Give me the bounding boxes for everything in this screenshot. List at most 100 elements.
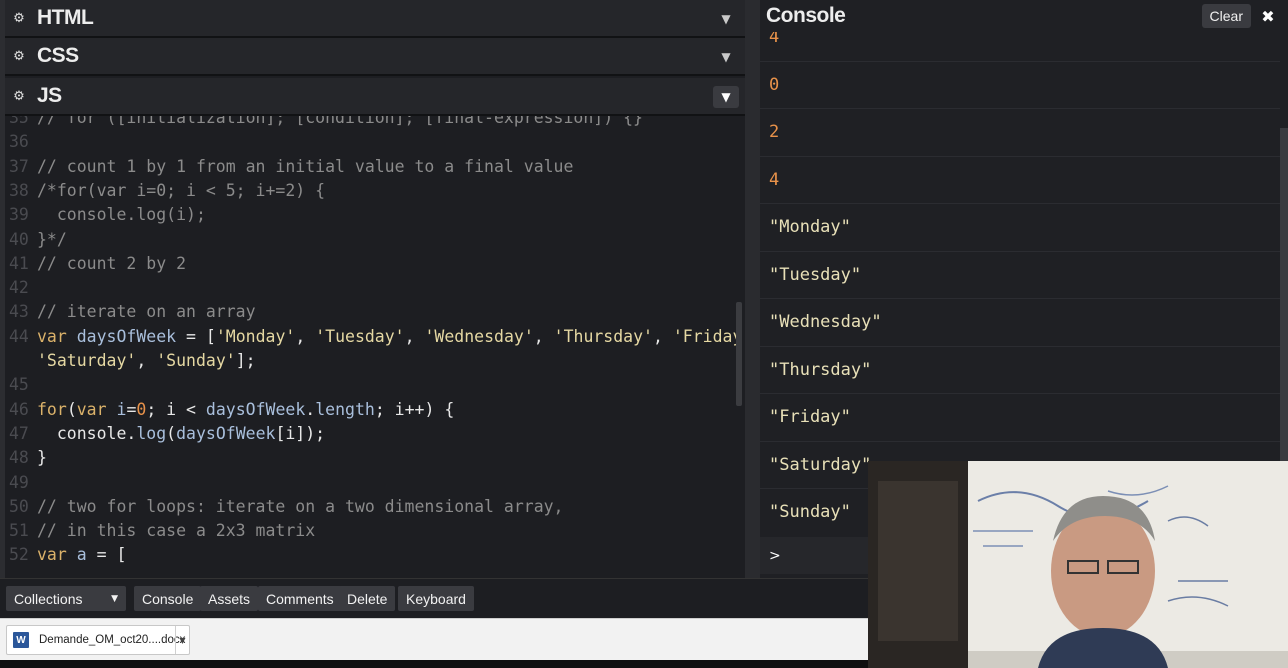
code-line[interactable]: 40 }*/ [5,228,745,252]
console-entry: "Monday" [760,204,1280,252]
code-token: console.log(i); [37,205,206,225]
code-token: // count 2 by 2 [37,253,187,273]
code-line[interactable]: 46 for(var i=0; i < daysOfWeek.length; i+… [5,398,745,422]
gear-icon[interactable]: ⚙ [5,77,33,115]
collections-label: Collections [14,590,83,607]
console-header: Console Clear ✖ [760,0,1288,32]
line-number: 45 [9,375,29,395]
line-number: 40 [9,229,29,249]
keyboard-button[interactable]: Keyboard [398,586,474,611]
code-token: 'Friday' [672,326,745,346]
console-entry: 4 [760,32,1280,62]
gear-icon[interactable]: ⚙ [5,0,33,37]
editor-scrollbar-thumb[interactable] [736,302,742,406]
console-button[interactable]: Console [134,586,202,611]
console-entry: "Wednesday" [760,299,1280,347]
line-number: 48 [9,448,29,468]
code-line[interactable]: 42 [5,276,745,300]
console-entry: 2 [760,109,1280,157]
code-line[interactable]: 45 [5,373,745,397]
code-line[interactable]: 43 // iterate on an array [5,300,745,324]
code-line[interactable]: 50 // two for loops: iterate on a two dim… [5,495,745,519]
code-token: 0 [136,399,147,419]
code-line[interactable]: 35 // for ([initialization]; [condition];… [5,116,745,130]
code-token: , [136,351,157,370]
collections-dropdown[interactable]: Collections ▼ [6,586,126,611]
line-number: 44 [9,326,29,346]
html-panel-title: HTML [37,6,94,29]
code-line[interactable]: 39 console.log(i); [5,203,745,227]
gear-icon[interactable]: ⚙ [5,37,33,75]
close-icon[interactable]: ✖ [1256,4,1280,28]
code-token: ( [66,399,77,419]
line-number: 42 [9,278,29,298]
code-line[interactable]: 41 // count 2 by 2 [5,252,745,276]
code-line[interactable]: 51 // in this case a 2x3 matrix [5,519,745,543]
code-token: 'Wednesday' [424,326,534,346]
code-token: daysOfWeek [205,399,306,419]
css-panel-header[interactable]: ⚙ CSS ▼ [5,38,745,76]
code-line[interactable]: 49 [5,471,745,495]
line-number: 52 [9,545,29,565]
code-line[interactable]: 'Saturday', 'Sunday']; [5,349,745,373]
code-token: ]; [235,351,256,370]
chevron-down-icon[interactable]: ▼ [713,8,739,30]
code-token: length [315,399,375,419]
code-token: 'Thursday' [553,326,653,346]
console-title: Console [766,4,846,27]
js-panel-header[interactable]: ⚙ JS ▼ [5,78,745,116]
comments-button[interactable]: Comments [258,586,342,611]
webcam-overlay [868,461,1288,668]
delete-button[interactable]: Delete [339,586,396,611]
caret-down-icon[interactable]: ▼ [175,626,189,654]
code-token: 'Monday' [215,326,296,346]
code-line[interactable]: 44 var daysOfWeek = ['Monday', 'Tuesday',… [5,325,745,349]
line-number: 37 [9,156,29,176]
caret-down-icon: ▼ [111,593,118,604]
code-line[interactable]: 36 [5,130,745,154]
line-number: 51 [9,521,29,541]
code-token: [i]); [275,423,326,443]
assets-button[interactable]: Assets [200,586,259,611]
console-entry: 4 [760,157,1280,204]
line-number: 38 [9,180,29,200]
code-token: . [305,399,316,419]
chevron-down-icon[interactable]: ▼ [713,46,739,68]
console-entry: 0 [760,62,1280,109]
line-number: 49 [9,472,29,492]
code-token: = [126,399,137,419]
word-document-icon: W [13,632,29,648]
codepen-workspace: ⚙ HTML ▼ ⚙ CSS ▼ ⚙ JS ▼ 35 // for ([initi… [0,0,1288,668]
line-number: 50 [9,496,29,516]
line-number: 39 [9,205,29,225]
clear-button[interactable]: Clear [1201,4,1251,28]
code-line[interactable]: 48} [5,446,745,470]
download-item[interactable]: W Demande_OM_oct20....docx ▼ [6,625,190,655]
code-token: 'Sunday' [156,351,236,370]
code-token: daysOfWeek [176,423,276,443]
console-entry: "Tuesday" [760,252,1280,299]
line-number: 43 [9,302,29,322]
code-token: var [37,326,77,346]
html-panel-header[interactable]: ⚙ HTML ▼ [5,0,745,38]
code-token: var [37,545,77,565]
line-number: 47 [9,423,29,443]
code-token: , [652,326,673,346]
taskbar-strip [0,660,868,668]
code-token: // iterate on an array [37,302,256,322]
pane-resize-divider[interactable] [745,0,760,578]
code-token: var [76,399,117,419]
code-token: ; i++) { [374,399,455,419]
code-line[interactable]: 38 /*for(var i=0; i < 5; i+=2) { [5,179,745,203]
code-token: } [37,448,47,468]
code-line[interactable]: 52 var a = [ [5,543,745,567]
code-line[interactable]: 37 // count 1 by 1 from an initial value … [5,155,745,179]
js-code-editor[interactable]: 35 // for ([initialization]; [condition];… [5,116,745,574]
code-token: // in this case a 2x3 matrix [37,521,316,541]
code-token: }*/ [37,229,67,249]
code-token: console. [37,423,137,443]
line-number: 36 [9,132,29,152]
code-line[interactable]: 47 console.log(daysOfWeek[i]); [5,422,745,446]
chevron-down-icon[interactable]: ▼ [713,86,739,108]
code-token: daysOfWeek [76,326,177,346]
